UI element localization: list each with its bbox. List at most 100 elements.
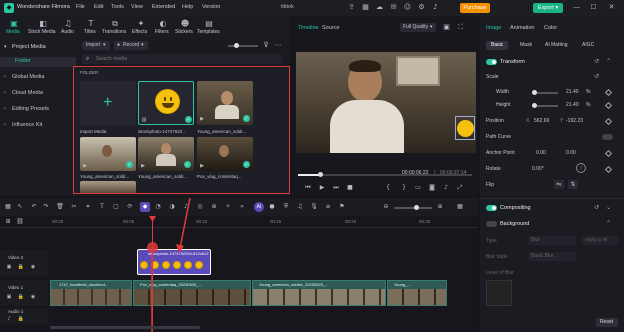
- grid-icon[interactable]: ▦: [361, 3, 370, 12]
- sidebar-item-influence-kit[interactable]: › Influence Kit: [4, 121, 74, 131]
- keyframe-diamond-icon[interactable]: [604, 149, 613, 158]
- flip-horizontal-icon[interactable]: ⇋: [554, 180, 564, 189]
- subtab-ai-matting[interactable]: AI Matting: [545, 43, 568, 48]
- menu-version[interactable]: Version: [202, 4, 220, 11]
- keyframe-diamond-icon[interactable]: [604, 101, 613, 110]
- mark-in-icon[interactable]: {: [384, 184, 392, 192]
- tab-filters[interactable]: ◐ Filters: [154, 18, 172, 37]
- blur-preview-tile[interactable]: [486, 280, 512, 306]
- sidebar-item-project-media[interactable]: ▾ Project Media: [4, 43, 74, 53]
- position-y-value[interactable]: -192.23: [566, 119, 583, 124]
- chevron-down-icon[interactable]: ⌄: [606, 204, 611, 211]
- tab-animation[interactable]: Animation: [510, 25, 534, 32]
- expand-icon[interactable]: ⤢: [456, 184, 464, 192]
- anchor-y-value[interactable]: 0.00: [566, 151, 576, 156]
- record-dropdown[interactable]: ● Record ▾: [114, 41, 148, 50]
- subtab-aigc[interactable]: AIGC: [582, 43, 594, 48]
- subtab-mask[interactable]: Mask: [520, 43, 532, 48]
- tab-titles[interactable]: T Titles: [83, 18, 99, 37]
- zoom-slider[interactable]: [228, 43, 258, 48]
- preview-playhead-knob[interactable]: [318, 172, 323, 177]
- fullscreen-icon[interactable]: ⛶: [456, 23, 465, 32]
- tab-templates[interactable]: ▤ Templates: [196, 18, 222, 37]
- more-icon[interactable]: ⋯: [274, 41, 282, 49]
- path-curve-toggle[interactable]: [602, 134, 613, 140]
- user-icon[interactable]: ☺: [403, 3, 412, 12]
- width-slider[interactable]: [532, 90, 558, 95]
- menu-edit[interactable]: Edit: [94, 4, 103, 11]
- next-frame-icon[interactable]: ⏭: [332, 184, 340, 192]
- chevron-up-icon[interactable]: ⌃: [606, 58, 611, 65]
- keyframe-diamond-icon[interactable]: [604, 165, 613, 174]
- tab-transitions[interactable]: ⧉ Transitions: [102, 18, 128, 37]
- reset-icon[interactable]: ↺: [594, 58, 599, 65]
- tab-timeline[interactable]: Timeline: [298, 25, 319, 32]
- filter-icon[interactable]: ⊽: [262, 41, 270, 49]
- chevron-up-icon[interactable]: ⌃: [606, 220, 611, 227]
- media-item-video-3[interactable]: ▶ ✓: [138, 137, 194, 171]
- rotate-dial-icon[interactable]: |: [576, 163, 586, 173]
- tab-source[interactable]: Source: [322, 25, 339, 32]
- stop-icon[interactable]: ■: [346, 184, 354, 192]
- sidebar-item-cloud-media[interactable]: › Cloud Media: [4, 89, 74, 99]
- mark-out-icon[interactable]: }: [400, 184, 408, 192]
- menu-help[interactable]: Help: [182, 4, 193, 11]
- sidebar-item-editing-presets[interactable]: › Editing Presets: [4, 105, 74, 115]
- share-icon[interactable]: ⇪: [347, 3, 356, 12]
- anchor-x-value[interactable]: 0.00: [536, 151, 546, 156]
- apply-to-all-button[interactable]: Apply to All: [582, 236, 618, 245]
- position-x-value[interactable]: 562.69: [534, 119, 549, 124]
- sidebar-item-global-media[interactable]: › Global Media: [4, 73, 74, 83]
- transform-toggle[interactable]: [486, 59, 497, 65]
- media-item-sticker[interactable]: ▨ ✓: [138, 81, 194, 125]
- blur-style-dropdown[interactable]: Basic Blur: [528, 252, 576, 261]
- purchase-button[interactable]: Purchase: [460, 3, 490, 13]
- media-item-video-4[interactable]: ▶ ✓: [197, 137, 253, 171]
- import-dropdown[interactable]: Import ▾: [82, 41, 110, 50]
- media-item-video-2[interactable]: ▶ ✓: [80, 137, 136, 171]
- menu-tools[interactable]: Tools: [111, 4, 124, 11]
- background-toggle[interactable]: [486, 221, 497, 227]
- width-value[interactable]: 21.40: [566, 90, 579, 95]
- height-slider[interactable]: [532, 103, 558, 108]
- settings-icon[interactable]: ⚙: [417, 3, 426, 12]
- menu-view[interactable]: View: [131, 4, 143, 11]
- reset-button[interactable]: Reset: [596, 318, 618, 327]
- tab-effects[interactable]: ✦ Effects: [131, 18, 151, 37]
- export-button[interactable]: Export ▾: [533, 3, 563, 13]
- display-icon[interactable]: ▭: [414, 184, 422, 192]
- prev-frame-icon[interactable]: ⏮: [304, 184, 312, 192]
- type-dropdown[interactable]: Blur: [528, 236, 576, 245]
- menu-file[interactable]: File: [76, 4, 85, 11]
- preview-canvas[interactable]: [296, 52, 476, 153]
- cloud-icon[interactable]: ☁: [375, 3, 384, 12]
- tab-color[interactable]: Color: [544, 25, 557, 32]
- reset-icon[interactable]: ↺: [594, 204, 599, 211]
- sidebar-item-folder[interactable]: Folder: [0, 57, 76, 67]
- media-item-video-5[interactable]: [80, 181, 136, 193]
- media-item-video-1[interactable]: ▶ ✓: [197, 81, 253, 125]
- search-input[interactable]: Search media: [96, 57, 127, 62]
- notification-icon[interactable]: ♪: [431, 3, 440, 12]
- volume-icon[interactable]: ♪: [442, 184, 450, 192]
- close-icon[interactable]: ✕: [607, 3, 616, 12]
- emoji-sticker-overlay[interactable]: [455, 116, 475, 140]
- snapshot-icon[interactable]: ▣: [442, 23, 451, 32]
- minimize-icon[interactable]: —: [572, 3, 581, 12]
- gift-icon[interactable]: ✉: [389, 3, 398, 12]
- rotate-value[interactable]: 0.00°: [532, 167, 544, 172]
- quality-dropdown[interactable]: Full Quality ▾: [400, 23, 436, 32]
- tab-media[interactable]: ▣ Media: [4, 18, 24, 37]
- search-bar[interactable]: ⌕ Search media: [82, 54, 282, 64]
- menu-extended[interactable]: Extended: [152, 4, 175, 11]
- timeline-scrollbar[interactable]: [50, 326, 200, 329]
- tab-stickers[interactable]: ☻ Stickers: [175, 18, 195, 37]
- reset-icon[interactable]: ↺: [594, 73, 599, 80]
- zoom-slider-knob[interactable]: [234, 43, 239, 48]
- width-slider-knob[interactable]: [532, 90, 537, 95]
- tab-audio[interactable]: ♫ Audio: [60, 18, 76, 37]
- tab-image[interactable]: Image: [486, 25, 501, 32]
- height-value[interactable]: 21.40: [566, 103, 579, 108]
- play-icon[interactable]: ▶: [318, 184, 326, 192]
- import-media-tile[interactable]: +: [80, 81, 136, 125]
